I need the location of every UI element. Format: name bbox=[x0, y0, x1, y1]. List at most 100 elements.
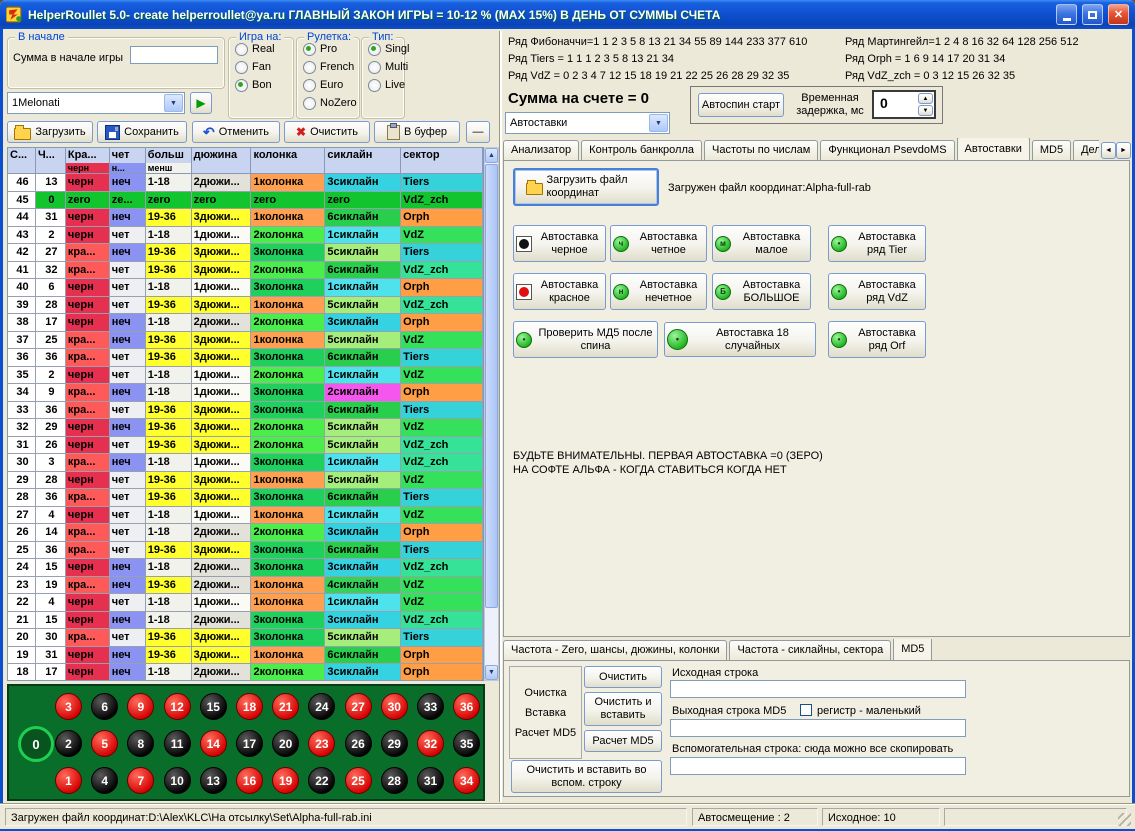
autostake-black-button[interactable]: Автоставка черное bbox=[513, 225, 606, 262]
profile-combobox[interactable]: 1Melonati ▼ bbox=[7, 92, 185, 114]
tab-Делени[interactable]: Делени bbox=[1073, 140, 1099, 160]
roulette-number[interactable]: 1 bbox=[55, 767, 82, 794]
column-header[interactable]: С... bbox=[8, 148, 36, 174]
roulette-number[interactable]: 34 bbox=[453, 767, 480, 794]
radio-option-Multi[interactable]: Multi bbox=[368, 60, 402, 74]
table-row[interactable]: 303кра...неч1-181дюжи...3колонка1сиклайн… bbox=[8, 454, 483, 472]
table-row[interactable]: 352чернчет1-181дюжи...2колонка1сиклайнVd… bbox=[8, 367, 483, 385]
roulette-zero[interactable]: 0 bbox=[18, 726, 54, 762]
roulette-number[interactable]: 29 bbox=[381, 730, 408, 757]
table-row[interactable]: 3817черннеч1-182дюжи...2колонка3сиклайнO… bbox=[8, 314, 483, 332]
table-row[interactable]: 450zeroze...zerozerozerozeroVdZ_zch bbox=[8, 192, 483, 210]
roulette-number[interactable]: 27 bbox=[345, 693, 372, 720]
scroll-down-icon[interactable]: ▼ bbox=[485, 665, 498, 680]
radio-icon[interactable] bbox=[303, 97, 316, 110]
autospin-start-button[interactable]: Автоспин старт bbox=[698, 93, 784, 117]
column-header[interactable]: Ч... bbox=[36, 148, 66, 174]
column-header[interactable]: сектор bbox=[401, 148, 483, 174]
tab-Функционал PsevdoMS[interactable]: Функционал PsevdoMS bbox=[820, 140, 954, 160]
autostake-red-button[interactable]: Автоставка красное bbox=[513, 273, 606, 310]
md5-output-input[interactable] bbox=[670, 719, 966, 737]
md5-clear-paste-button[interactable]: Очистить и вставить bbox=[584, 692, 662, 726]
md5-aux-input[interactable] bbox=[670, 757, 966, 775]
roulette-number[interactable]: 3 bbox=[55, 693, 82, 720]
autostake-vdz-button[interactable]: • Автоставка ряд VdZ bbox=[828, 273, 926, 310]
autostake-orf-button[interactable]: • Автоставка ряд Orf bbox=[828, 321, 926, 358]
column-header[interactable]: дюжина bbox=[192, 148, 252, 174]
autostake-random18-button[interactable]: • Автоставка 18 случайных bbox=[664, 322, 816, 357]
radio-option-Real[interactable]: Real bbox=[235, 42, 291, 56]
maximize-button[interactable] bbox=[1082, 4, 1103, 25]
roulette-number[interactable]: 18 bbox=[236, 693, 263, 720]
roulette-number[interactable]: 21 bbox=[272, 693, 299, 720]
roulette-number[interactable]: 6 bbox=[91, 693, 118, 720]
radio-option-Pro[interactable]: Pro bbox=[303, 42, 357, 56]
table-row[interactable]: 406чернчет1-181дюжи...3колонка1сиклайнOr… bbox=[8, 279, 483, 297]
tab-scroll-right-icon[interactable]: ► bbox=[1116, 142, 1131, 159]
roulette-number[interactable]: 11 bbox=[164, 730, 191, 757]
roulette-number[interactable]: 32 bbox=[417, 730, 444, 757]
roulette-number[interactable]: 23 bbox=[308, 730, 335, 757]
autostake-small-button[interactable]: м Автоставка малое bbox=[712, 225, 811, 262]
roulette-number[interactable]: 26 bbox=[345, 730, 372, 757]
md5-source-input[interactable] bbox=[670, 680, 966, 698]
tab-MD5[interactable]: MD5 bbox=[893, 639, 932, 660]
table-row[interactable]: 2928чернчет19-363дюжи...1колонка5сиклайн… bbox=[8, 472, 483, 490]
autostakes-combobox[interactable]: Автоставки ▼ bbox=[505, 112, 670, 134]
roulette-number[interactable]: 24 bbox=[308, 693, 335, 720]
panel-splitter[interactable] bbox=[499, 31, 502, 802]
tab-Контроль банкролла[interactable]: Контроль банкролла bbox=[581, 140, 702, 160]
load-button[interactable]: Загрузить bbox=[7, 121, 93, 143]
roulette-number[interactable]: 36 bbox=[453, 693, 480, 720]
roulette-number[interactable]: 22 bbox=[308, 767, 335, 794]
table-row[interactable]: 2115черннеч1-182дюжи...3колонка3сиклайнV… bbox=[8, 612, 483, 630]
tab-scroll-left-icon[interactable]: ◄ bbox=[1101, 142, 1116, 159]
table-row[interactable]: 1817черннеч1-182дюжи...2колонка3сиклайнO… bbox=[8, 664, 483, 681]
load-coords-button[interactable]: Загрузить файл координат bbox=[513, 168, 659, 206]
autostake-big-button[interactable]: Б Автоставка БОЛЬШОЕ bbox=[712, 273, 811, 310]
roulette-number[interactable]: 5 bbox=[91, 730, 118, 757]
table-row[interactable]: 4132кра...чет19-363дюжи...2колонка6сикла… bbox=[8, 262, 483, 280]
undo-button[interactable]: ↶ Отменить bbox=[192, 121, 280, 143]
table-row[interactable]: 3725кра...неч19-363дюжи...1колонка5сикла… bbox=[8, 332, 483, 350]
table-row[interactable]: 2536кра...чет19-363дюжи...3колонка6сикла… bbox=[8, 542, 483, 560]
radio-option-Fan[interactable]: Fan bbox=[235, 60, 291, 74]
roulette-number[interactable]: 8 bbox=[127, 730, 154, 757]
radio-icon[interactable] bbox=[235, 43, 248, 56]
roulette-number[interactable]: 2 bbox=[55, 730, 82, 757]
column-header[interactable]: четн... bbox=[110, 148, 146, 174]
resize-grip[interactable] bbox=[1118, 813, 1131, 826]
roulette-number[interactable]: 15 bbox=[200, 693, 227, 720]
autostake-tier-button[interactable]: • Автоставка ряд Tier bbox=[828, 225, 926, 262]
md5-clear-paste-aux-button[interactable]: Очистить и вставить во вспом. строку bbox=[511, 760, 662, 793]
roulette-number[interactable]: 14 bbox=[200, 730, 227, 757]
close-button[interactable]: ✕ bbox=[1108, 4, 1129, 25]
autostake-even-button[interactable]: ч Автоставка четное bbox=[610, 225, 707, 262]
tab-Автоставки[interactable]: Автоставки bbox=[957, 138, 1030, 160]
table-row[interactable]: 349кра...неч1-181дюжи...3колонка2сиклайн… bbox=[8, 384, 483, 402]
roulette-number[interactable]: 13 bbox=[200, 767, 227, 794]
delay-spinner[interactable]: 0 ▲ ▼ bbox=[872, 90, 936, 119]
radio-option-Live[interactable]: Live bbox=[368, 78, 402, 92]
roulette-number[interactable]: 7 bbox=[127, 767, 154, 794]
column-header[interactable]: Кра...черн bbox=[66, 148, 110, 174]
table-row[interactable]: 3336кра...чет19-363дюжи...3колонка6сикла… bbox=[8, 402, 483, 420]
table-row[interactable]: 2415черннеч1-182дюжи...3колонка3сиклайнV… bbox=[8, 559, 483, 577]
radio-icon[interactable] bbox=[235, 79, 248, 92]
chevron-down-icon[interactable]: ▼ bbox=[649, 114, 668, 132]
column-header[interactable]: колонка bbox=[251, 148, 325, 174]
roulette-number[interactable]: 16 bbox=[236, 767, 263, 794]
table-row[interactable]: 3928чернчет19-363дюжи...1колонка5сиклайн… bbox=[8, 297, 483, 315]
register-checkbox[interactable] bbox=[800, 704, 812, 716]
spin-down-icon[interactable]: ▼ bbox=[918, 105, 933, 116]
radio-option-Singl[interactable]: Singl bbox=[368, 42, 402, 56]
table-scrollbar[interactable]: ▲ ▼ bbox=[484, 147, 499, 681]
tab-Частоты по числам[interactable]: Частоты по числам bbox=[704, 140, 818, 160]
clear-button[interactable]: ✖ Очистить bbox=[284, 121, 370, 143]
autostake-odd-button[interactable]: н Автоставка нечетное bbox=[610, 273, 707, 310]
radio-option-Bon[interactable]: Bon bbox=[235, 78, 291, 92]
chevron-down-icon[interactable]: ▼ bbox=[164, 94, 183, 112]
radio-icon[interactable] bbox=[368, 61, 381, 74]
radio-icon[interactable] bbox=[303, 43, 316, 56]
table-row[interactable]: 2836кра...чет19-363дюжи...3колонка6сикла… bbox=[8, 489, 483, 507]
